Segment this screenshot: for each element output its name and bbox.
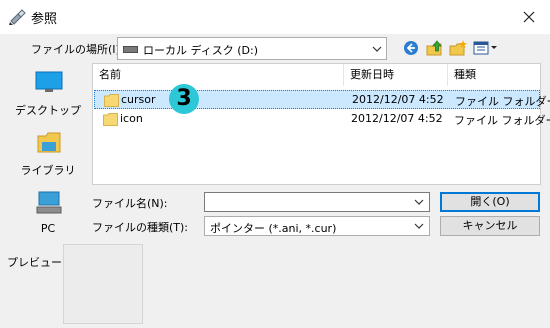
location-label: ファイルの場所(I):: [31, 43, 124, 56]
place-label: ライブラリ: [20, 164, 76, 177]
back-icon: [404, 41, 418, 55]
file-name: icon: [120, 112, 143, 125]
chevron-down-icon[interactable]: [412, 220, 426, 232]
drive-icon: [123, 46, 138, 53]
up-folder-button[interactable]: [425, 38, 445, 58]
place-label: デスクトップ: [15, 104, 81, 117]
filetype-label: ファイルの種類(T):: [92, 221, 189, 234]
cancel-button[interactable]: キャンセル: [440, 216, 540, 236]
place-label: PC: [40, 222, 56, 235]
filetype-value: ポインター (*.ani, *.cur): [210, 222, 337, 235]
desktop-icon: [35, 71, 63, 93]
preview-label: プレビュー:: [7, 256, 66, 269]
file-list[interactable]: ︿ 名前 更新日時 種類 cursor 2012/12/07 4:52 ファイル…: [92, 63, 550, 185]
up-folder-icon: [426, 40, 442, 56]
title-bar: 参照: [0, 0, 550, 34]
view-menu-button[interactable]: [472, 38, 500, 58]
place-library[interactable]: ライブラリ: [10, 126, 86, 186]
place-pc[interactable]: PC: [10, 186, 86, 246]
pc-icon: [35, 190, 63, 216]
file-modified: 2012/12/07 4:52: [352, 93, 444, 106]
file-type: ファイル フォルダー: [455, 95, 550, 108]
back-button[interactable]: [401, 38, 421, 58]
place-desktop[interactable]: デスクトップ: [10, 66, 86, 126]
library-icon: [35, 130, 63, 154]
table-row[interactable]: cursor 2012/12/07 4:52 ファイル フォルダー: [94, 90, 550, 109]
table-row[interactable]: icon 2012/12/07 4:52 ファイル フォルダー: [94, 110, 550, 129]
view-menu-icon: [473, 41, 497, 55]
filename-input[interactable]: [204, 192, 430, 212]
file-type: ファイル フォルダー: [454, 114, 550, 127]
location-combobox[interactable]: ローカル ディスク (D:): [117, 37, 387, 60]
location-value: ローカル ディスク (D:): [143, 44, 258, 57]
close-icon: [523, 11, 535, 23]
folder-icon: [104, 94, 119, 107]
column-header-name[interactable]: 名前: [93, 64, 343, 86]
chevron-down-icon[interactable]: [412, 196, 426, 208]
chevron-down-icon[interactable]: [369, 42, 385, 56]
new-folder-icon: [449, 40, 467, 56]
folder-icon: [103, 113, 118, 126]
window-title: 参照: [31, 12, 58, 27]
preview-pane: [63, 244, 143, 324]
open-button[interactable]: 開く(O): [440, 192, 540, 212]
close-button[interactable]: [514, 4, 544, 30]
file-name: cursor: [121, 93, 156, 106]
column-header-modified[interactable]: 更新日時: [344, 64, 447, 86]
filename-label: ファイル名(N):: [92, 197, 168, 210]
new-folder-button[interactable]: [448, 38, 468, 58]
file-modified: 2012/12/07 4:52: [351, 112, 443, 125]
browse-icon: [8, 9, 26, 25]
filetype-select[interactable]: ポインター (*.ani, *.cur): [204, 216, 430, 236]
column-header-type[interactable]: 種類: [448, 64, 540, 86]
